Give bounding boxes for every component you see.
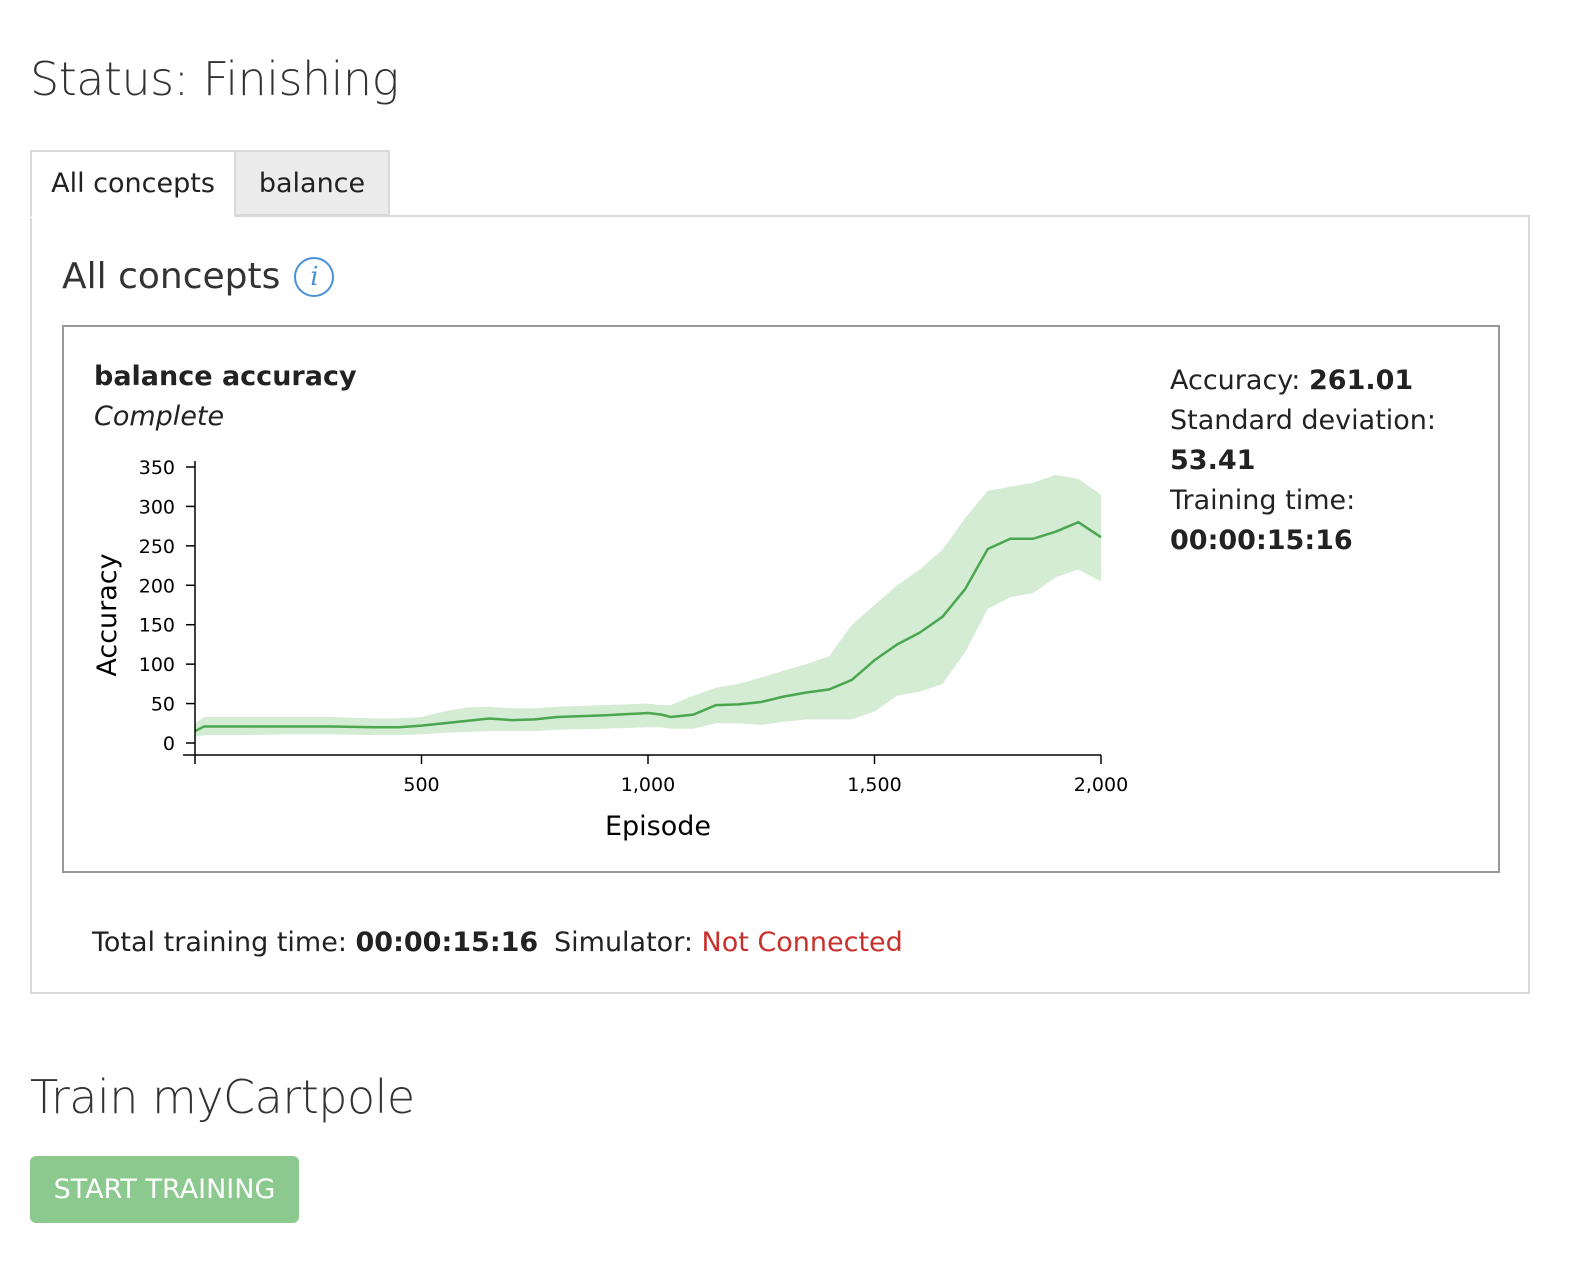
y-tick-label: 150	[139, 615, 175, 637]
y-tick-label: 200	[139, 575, 175, 597]
simulator-value: Not Connected	[701, 927, 903, 958]
accuracy-chart: 0 50 100 150 200 250 300 350 500 1,000 1,500 2,000 E…	[92, 457, 1128, 842]
total-time-label: Total training time:	[92, 927, 347, 958]
y-tick-label: 250	[139, 536, 175, 558]
total-time-value: 00:00:15:16	[355, 927, 539, 958]
panel-heading-text: All concepts	[62, 255, 281, 297]
training-time-label: Training time:	[1170, 485, 1356, 516]
concept-card: balance accuracy Complete 0 50 100 150 200 25…	[62, 325, 1500, 873]
x-tick-label: 500	[403, 774, 439, 796]
y-tick-label: 0	[163, 733, 175, 755]
training-time-value: 00:00:15:16	[1170, 525, 1353, 556]
panel-heading: All concepts i	[62, 255, 335, 297]
y-axis-label: Accuracy	[92, 553, 123, 676]
simulator-status: Simulator: Not Connected	[554, 927, 903, 958]
y-tick-label: 50	[151, 694, 175, 716]
status-heading: Status: Finishing	[30, 52, 399, 106]
y-tick-label: 100	[139, 654, 175, 676]
status-value: Finishing	[202, 52, 400, 106]
accuracy-label: Accuracy:	[1170, 365, 1301, 396]
y-tick-label: 300	[139, 496, 175, 518]
std-value: 53.41	[1170, 445, 1256, 476]
std-label: Standard deviation:	[1170, 405, 1437, 436]
x-tick-label: 1,500	[847, 774, 901, 796]
concepts-panel: All concepts i balance accuracy Complete…	[30, 215, 1530, 994]
y-tick-label: 350	[139, 457, 175, 479]
accuracy-value: 261.01	[1309, 365, 1414, 396]
x-tick-label: 2,000	[1074, 774, 1128, 796]
start-training-button[interactable]: START TRAINING	[30, 1156, 299, 1223]
tab-all-concepts[interactable]: All concepts	[30, 150, 236, 218]
total-training-time: Total training time: 00:00:15:16	[92, 927, 538, 958]
simulator-label: Simulator:	[554, 927, 693, 958]
accuracy-stat: Accuracy: 261.01	[1170, 361, 1470, 401]
x-axis-label: Episode	[605, 811, 711, 842]
train-title: Train myCartpole	[30, 1070, 415, 1124]
info-icon[interactable]: i	[294, 257, 335, 297]
stats-panel: Accuracy: 261.01 Standard deviation: 53.…	[1170, 361, 1470, 561]
status-label: Status:	[30, 52, 189, 106]
accuracy-confidence-band	[195, 474, 1101, 737]
tab-balance[interactable]: balance	[236, 150, 390, 216]
x-tick-label: 1,000	[621, 774, 675, 796]
